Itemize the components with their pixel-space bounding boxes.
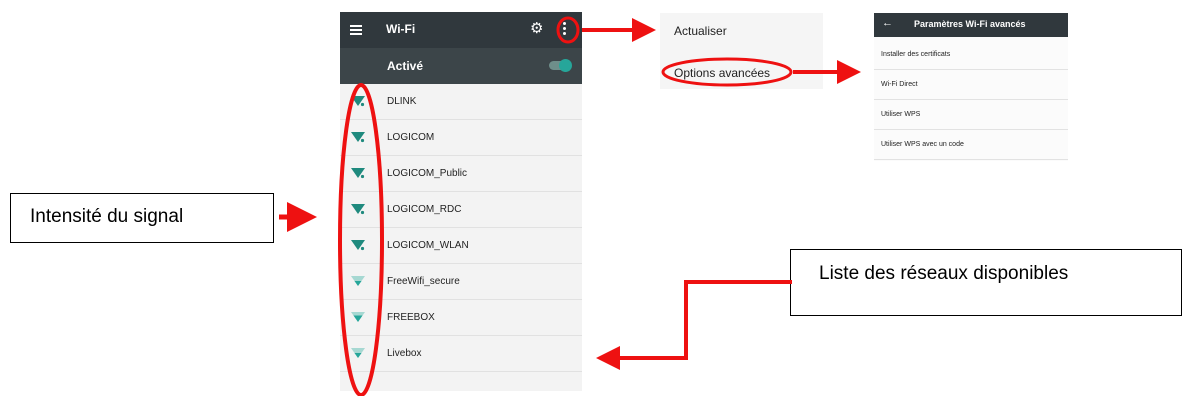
signal-icons-highlight [338,83,384,396]
options-avancees-highlight [661,57,793,87]
arrow-to-list [596,280,792,370]
more-icon-highlight [556,16,580,44]
annotation-overlay [279,16,861,396]
